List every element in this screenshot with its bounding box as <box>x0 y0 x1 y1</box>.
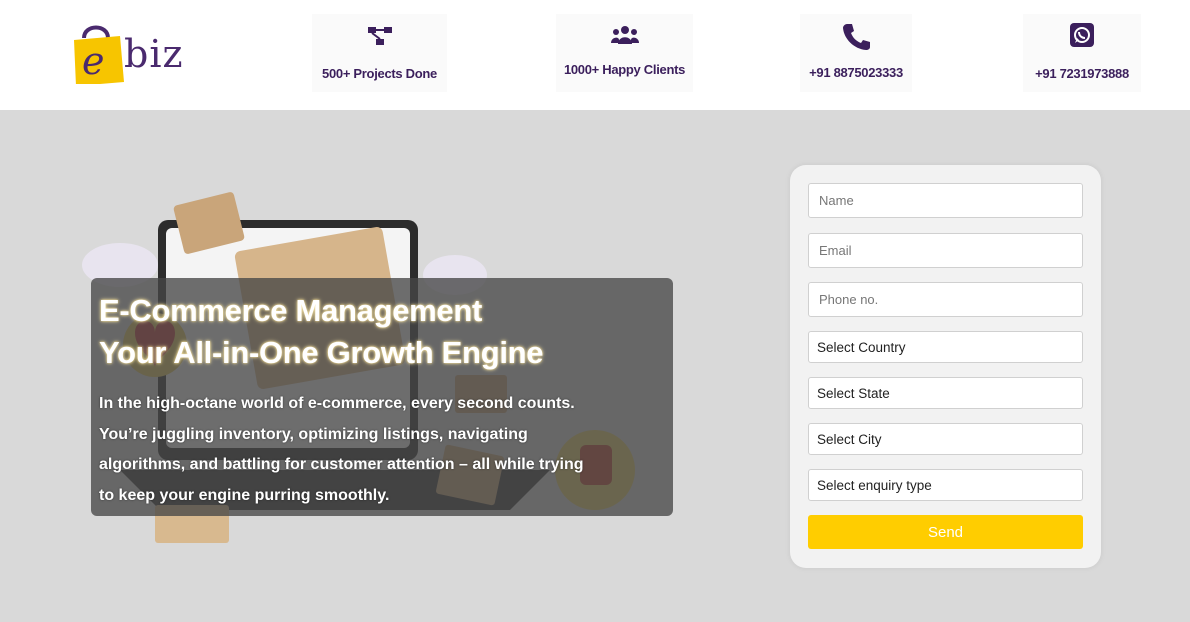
send-button[interactable]: Send <box>808 515 1083 549</box>
sitemap-icon <box>367 27 392 45</box>
stat-clients: 1000+ Happy Clients <box>556 14 693 92</box>
phone-input[interactable]: Phone no. <box>808 282 1083 317</box>
stat-projects: 500+ Projects Done <box>312 14 447 92</box>
hero-description: In the high-octane world of e-commerce, … <box>99 389 659 511</box>
stat-clients-label: 1000+ Happy Clients <box>563 62 686 77</box>
users-icon <box>610 26 639 44</box>
phone-icon <box>843 24 870 50</box>
country-select[interactable]: Select Country <box>808 331 1083 363</box>
logo-wordmark: biz <box>124 32 184 76</box>
whatsapp-icon <box>1070 23 1094 47</box>
svg-text:e: e <box>82 39 105 83</box>
stat-phone[interactable]: +91 8875023333 <box>800 14 912 92</box>
email-input[interactable]: Email <box>808 233 1083 268</box>
shopping-bag-logo-icon: e <box>74 25 124 84</box>
hero-title: E-Commerce Management Your All-in-One Gr… <box>99 290 659 374</box>
site-header: e biz 500+ Projects Done 1000+ Happy Cli… <box>0 0 1190 110</box>
hero-description-line: algorithms, and battling for customer at… <box>99 456 584 473</box>
name-input[interactable]: Name <box>808 183 1083 218</box>
hero-description-line: to keep your engine purring smoothly. <box>99 486 390 504</box>
hero-description-line: You’re juggling inventory, optimizing li… <box>99 425 528 443</box>
stat-whatsapp[interactable]: +91 7231973888 <box>1023 14 1141 92</box>
ebiz-logo[interactable]: e biz <box>70 14 200 89</box>
enquiry-form-card <box>790 165 1101 568</box>
hero-description-line: In the high-octane world of e-commerce, … <box>99 395 575 412</box>
hero-title-line-1: E-Commerce Management <box>99 293 483 328</box>
enquiry-type-select[interactable]: Select enquiry type <box>808 469 1083 501</box>
hero-title-line-2: Your All-in-One Growth Engine <box>99 335 544 370</box>
stat-projects-label: 500+ Projects Done <box>322 66 437 81</box>
whatsapp-number[interactable]: +91 7231973888 <box>1023 66 1141 81</box>
city-select[interactable]: Select City <box>808 423 1083 455</box>
phone-number[interactable]: +91 8875023333 <box>800 65 912 80</box>
state-select[interactable]: Select State <box>808 377 1083 409</box>
